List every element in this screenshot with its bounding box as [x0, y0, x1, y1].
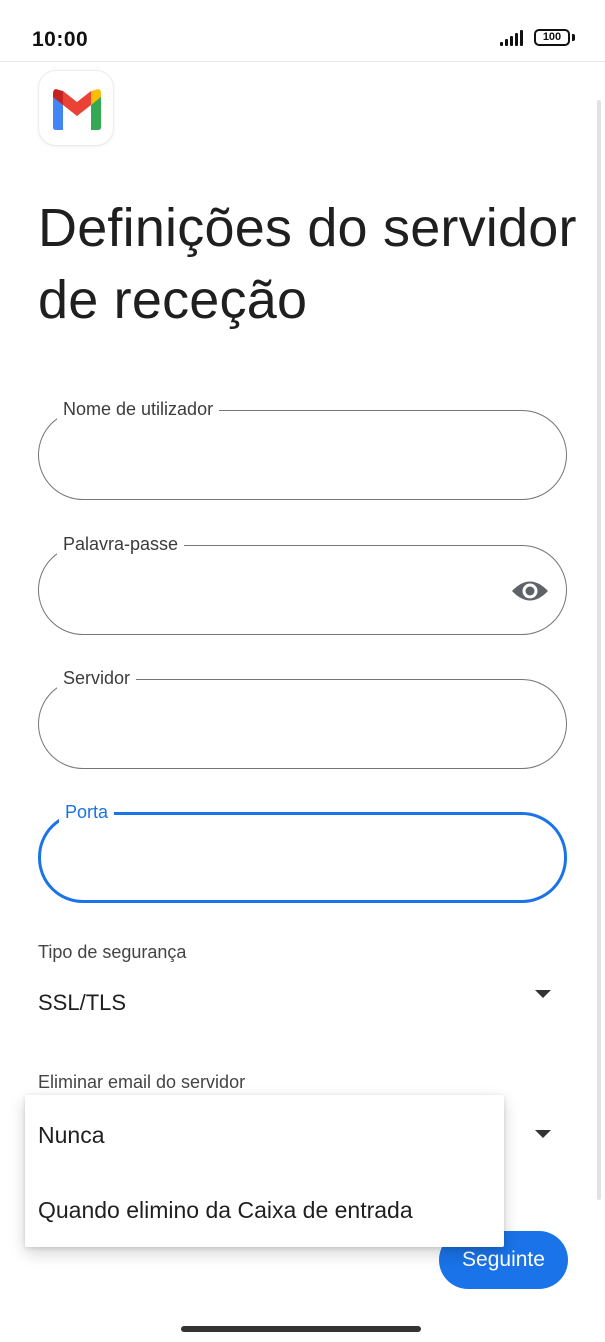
status-time: 10:00: [32, 28, 89, 51]
status-bar: 10:00 100: [0, 0, 605, 62]
security-type-label: Tipo de segurança: [38, 942, 187, 962]
port-field[interactable]: Porta: [38, 800, 567, 903]
username-label: Nome de utilizador: [57, 397, 220, 421]
scrollbar[interactable]: [597, 100, 601, 1200]
eye-icon[interactable]: [510, 576, 550, 606]
page-title: Definições do servidor de receção: [38, 198, 577, 330]
menu-item-when-deleted-from-inbox[interactable]: Quando elimino da Caixa de entrada: [38, 1197, 413, 1224]
chevron-down-icon[interactable]: [535, 990, 551, 998]
username-field[interactable]: Nome de utilizador: [38, 397, 567, 500]
signal-icon: [500, 30, 528, 46]
menu-item-never[interactable]: Nunca: [38, 1122, 104, 1149]
chevron-down-icon[interactable]: [535, 1130, 551, 1138]
port-label: Porta: [59, 800, 115, 824]
battery-level: 100: [542, 31, 562, 43]
password-label: Palavra-passe: [57, 532, 185, 556]
gmail-m-icon: [53, 89, 101, 130]
password-field[interactable]: Palavra-passe: [38, 532, 567, 635]
home-indicator[interactable]: [181, 1326, 421, 1332]
delete-email-label: Eliminar email do servidor: [38, 1072, 246, 1092]
gmail-logo: [38, 70, 114, 146]
battery-icon: 100: [534, 29, 570, 46]
security-type-select[interactable]: SSL/TLS: [38, 990, 126, 1016]
bottom-area: [0, 1296, 605, 1342]
battery-tip: [572, 34, 575, 41]
server-label: Servidor: [57, 666, 137, 690]
server-field[interactable]: Servidor: [38, 666, 567, 769]
delete-email-menu: Nunca Quando elimino da Caixa de entrada: [25, 1095, 504, 1247]
